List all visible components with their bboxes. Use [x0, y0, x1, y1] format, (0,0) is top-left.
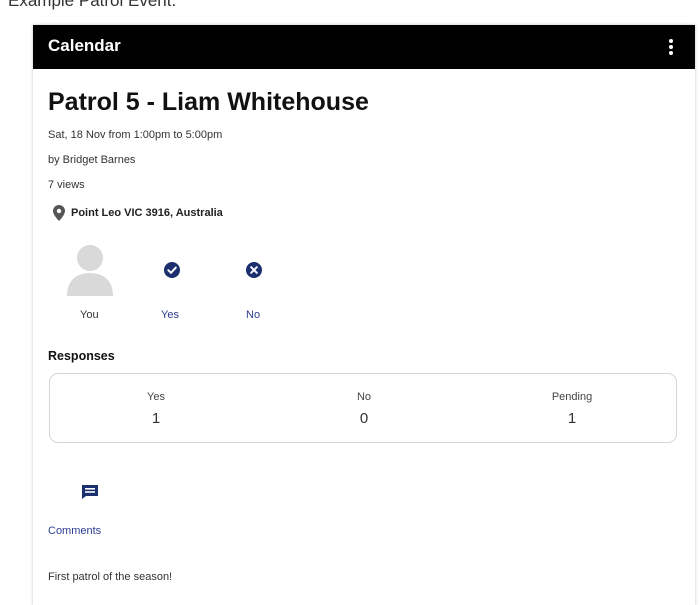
rsvp-you-label: You: [80, 309, 99, 321]
event-location-text: Point Leo VIC 3916, Australia: [71, 207, 223, 219]
check-circle-icon: [164, 262, 180, 278]
event-datetime: Sat, 18 Nov from 1:00pm to 5:00pm: [48, 129, 223, 141]
responses-summary: Yes 1 No 0 Pending 1: [49, 373, 677, 443]
cancel-circle-icon: [246, 262, 262, 278]
rsvp-no-button[interactable]: [224, 262, 284, 283]
responses-heading: Responses: [48, 349, 115, 363]
responses-no-label: No: [356, 391, 372, 403]
responses-pending-count: 1: [567, 410, 577, 427]
app-bar: Calendar: [33, 25, 695, 69]
event-description: First patrol of the season!: [48, 571, 173, 583]
event-title: Patrol 5 - Liam Whitehouse: [48, 88, 369, 116]
responses-yes-count: 1: [151, 410, 161, 427]
more-vert-icon[interactable]: [669, 39, 673, 55]
avatar-icon: [67, 245, 113, 296]
rsvp-no-label[interactable]: No: [246, 309, 260, 321]
event-views: 7 views: [48, 179, 85, 191]
rsvp-yes-button[interactable]: [142, 262, 202, 283]
responses-no-count: 0: [359, 410, 369, 427]
rsvp-yes-label[interactable]: Yes: [161, 309, 179, 321]
location-pin-icon: [53, 205, 65, 221]
comment-icon[interactable]: [81, 484, 99, 505]
responses-pending-label: Pending: [551, 391, 593, 403]
page-caption: Example Patrol Event.: [8, 0, 177, 10]
rsvp-you-avatar: [60, 240, 120, 301]
responses-yes-label: Yes: [147, 391, 165, 403]
comments-button[interactable]: Comments: [48, 525, 101, 537]
event-panel: Calendar Patrol 5 - Liam Whitehouse Sat,…: [33, 25, 695, 605]
event-author: by Bridget Barnes: [48, 154, 136, 166]
app-bar-title: Calendar: [48, 36, 121, 55]
